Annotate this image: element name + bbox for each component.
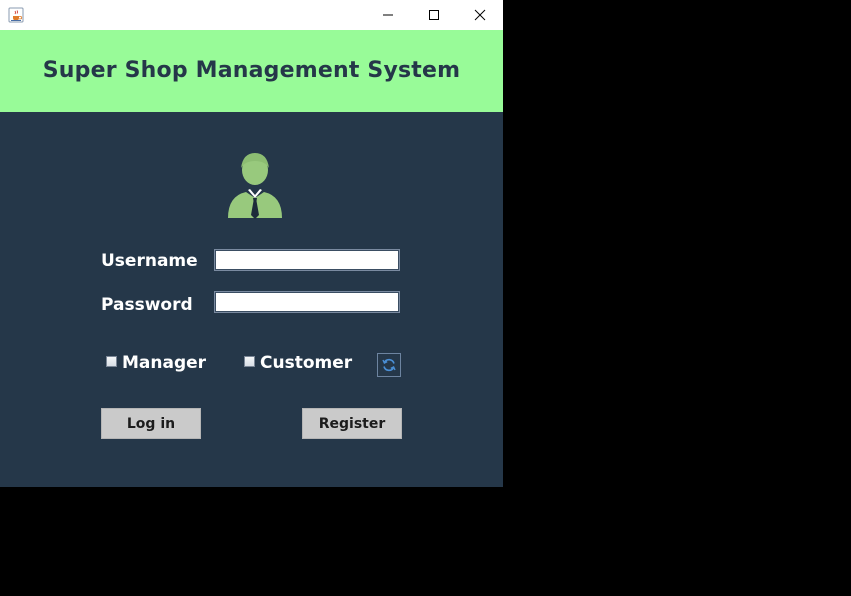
login-window: Super Shop Management System Username Pa… xyxy=(0,0,503,487)
minimize-icon xyxy=(383,14,393,16)
username-field[interactable] xyxy=(214,249,400,271)
register-button[interactable]: Register xyxy=(302,408,402,439)
maximize-button[interactable] xyxy=(411,0,457,30)
login-button[interactable]: Log in xyxy=(101,408,201,439)
password-field[interactable] xyxy=(214,291,400,313)
header-banner: Super Shop Management System xyxy=(0,30,503,112)
maximize-icon xyxy=(429,10,439,20)
customer-checkbox[interactable] xyxy=(244,356,255,367)
refresh-icon xyxy=(382,358,396,372)
close-button[interactable] xyxy=(457,0,503,30)
minimize-button[interactable] xyxy=(365,0,411,30)
app-title: Super Shop Management System xyxy=(42,58,461,83)
refresh-button[interactable] xyxy=(377,353,401,377)
username-label: Username xyxy=(101,251,198,271)
close-icon xyxy=(474,9,486,21)
manager-label[interactable]: Manager xyxy=(122,353,206,373)
user-avatar-icon xyxy=(224,152,286,220)
customer-label[interactable]: Customer xyxy=(260,353,352,373)
manager-checkbox[interactable] xyxy=(106,356,117,367)
title-bar[interactable] xyxy=(0,0,503,30)
java-cup-icon xyxy=(8,7,24,23)
password-label: Password xyxy=(101,295,193,315)
